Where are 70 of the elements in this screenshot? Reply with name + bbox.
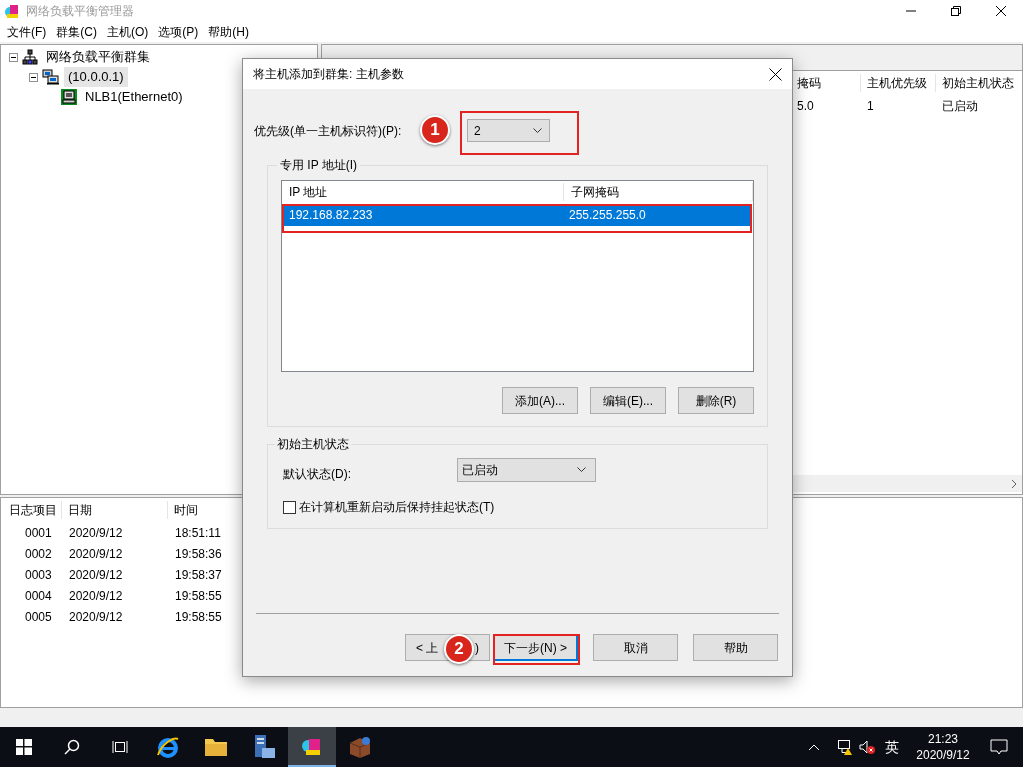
table-cell-text: 5.0 [796, 98, 815, 115]
close-icon[interactable] [768, 67, 782, 81]
menu-item[interactable]: 选项(P) [153, 23, 204, 41]
priority-label: 优先级(单一主机标识符)(P): [254, 123, 402, 138]
menu-item[interactable]: 文件(F) [2, 23, 52, 41]
table-cell-text: 18:51:11 [174, 524, 222, 542]
network-tree-icon [22, 49, 38, 65]
table-cell-text: 2020/9/12 [68, 587, 124, 605]
table-cell-text: 19:58:37 [174, 566, 223, 584]
clock-time: 21:23 [928, 731, 958, 747]
priority-dropdown[interactable]: 2 [467, 119, 550, 142]
table-cell-text: 19:58:36 [174, 545, 223, 563]
table-cell-text: 2020/9/12 [68, 566, 124, 584]
table-cell-text: 0005 [24, 608, 53, 626]
taskbar-clock[interactable]: 21:23 2020/9/12 [911, 731, 975, 763]
group-label: 初始主机状态 [276, 436, 350, 453]
chevron-down-icon [533, 127, 542, 134]
group-label: 专用 IP 地址(I) [279, 157, 359, 174]
tree-item[interactable]: (10.0.0.1) [64, 67, 128, 87]
browser-icon [156, 735, 180, 759]
input-method-indicator[interactable]: 英 [885, 736, 899, 758]
expander-icon[interactable] [29, 72, 38, 82]
app-icon [4, 3, 20, 19]
muted-speaker-icon[interactable] [859, 739, 875, 755]
table-cell-text: 0004 [24, 587, 53, 605]
dialog-button[interactable]: 取消 [593, 634, 678, 661]
table-cell-text: 2020/9/12 [68, 524, 124, 542]
table-cell-text: 已启动 [941, 98, 979, 115]
column-header[interactable]: 初始主机状态 [935, 74, 1020, 92]
chevron-down-icon [577, 467, 586, 473]
folder-icon [204, 736, 228, 758]
package-icon [348, 735, 372, 759]
tree-item[interactable]: 网络负载平衡群集 [42, 47, 154, 67]
menu-item[interactable]: 主机(O) [102, 23, 154, 41]
default-state-dropdown[interactable]: 已启动 [457, 458, 596, 482]
computers-icon [42, 69, 60, 85]
table-cell-text: 1 [866, 98, 875, 115]
dialog-title: 将主机添加到群集: 主机参数 [253, 66, 404, 83]
network-warning-icon[interactable] [837, 739, 853, 755]
dialog-button[interactable]: 编辑(E)... [590, 387, 666, 414]
checkbox-label[interactable]: 在计算机重新启动后保持挂起状态(T) [299, 498, 495, 516]
dialog-button[interactable]: 删除(R) [678, 387, 754, 414]
column-header[interactable]: 主机优先级 [860, 74, 935, 92]
clock-date: 2020/9/12 [916, 747, 970, 763]
column-header[interactable]: 日志项目 [1, 501, 62, 519]
taskbar-app[interactable] [288, 727, 336, 767]
default-state-label: 默认状态(D): [283, 466, 352, 483]
dialog-button[interactable]: 下一步(N) > [493, 634, 578, 661]
tree-item[interactable]: NLB1(Ethernet0) [81, 87, 187, 107]
column-header[interactable]: 子网掩码 [564, 183, 753, 201]
computer-icon [61, 89, 77, 105]
checkbox[interactable] [283, 500, 296, 514]
dialog-button[interactable]: 帮助 [693, 634, 778, 661]
menu-item[interactable]: 群集(C) [51, 23, 102, 41]
expander-icon[interactable] [9, 52, 18, 62]
column-header[interactable]: IP 地址 [282, 183, 564, 201]
table-cell-text: 0002 [24, 545, 53, 563]
column-header[interactable]: 日期 [62, 501, 168, 519]
list-row[interactable]: 192.168.82.233 255.255.255.0 [284, 204, 751, 226]
step-badge: 1 [420, 115, 450, 145]
table-cell-text: 2020/9/12 [68, 545, 124, 563]
window-title: 网络负载平衡管理器 [26, 3, 134, 20]
table-cell-text: 0001 [24, 524, 53, 542]
table-cell-text: 19:58:55 [174, 608, 223, 626]
table-cell-text: 2020/9/12 [68, 608, 124, 626]
table-cell-text: 0003 [24, 566, 53, 584]
table-cell-text: 19:58:55 [174, 587, 223, 605]
server-icon [252, 734, 276, 760]
menu-item[interactable]: 帮助(H) [203, 23, 254, 41]
dialog-button[interactable]: 添加(A)... [502, 387, 578, 414]
